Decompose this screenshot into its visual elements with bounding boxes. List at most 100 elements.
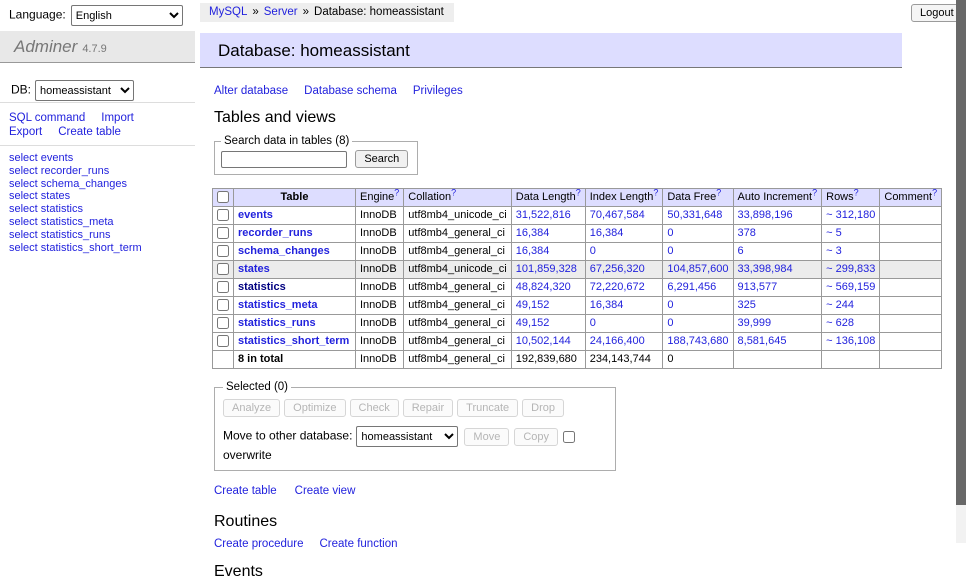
rows-link[interactable]: ~ 299,833 (826, 263, 875, 275)
search-button[interactable]: Search (355, 150, 408, 168)
auto-increment-link[interactable]: 378 (738, 227, 756, 239)
search-input[interactable] (221, 151, 347, 168)
row-checkbox[interactable] (217, 299, 229, 311)
vertical-scrollbar[interactable] (956, 0, 966, 543)
index-length-link[interactable]: 72,220,672 (590, 281, 645, 293)
rows-link[interactable]: ~ 628 (826, 317, 854, 329)
sidebar-table-link[interactable]: select states (9, 190, 195, 203)
row-checkbox[interactable] (217, 209, 229, 221)
rows-link[interactable]: ~ 5 (826, 227, 842, 239)
data-length-link[interactable]: 10,502,144 (516, 335, 571, 347)
table-name-link[interactable]: statistics_meta (238, 299, 318, 311)
sidebar-table-link[interactable]: select statistics_short_term (9, 242, 195, 255)
index-length-link[interactable]: 0 (590, 317, 596, 329)
auto-increment-link[interactable]: 6 (738, 245, 744, 257)
sidebar-link-create-table[interactable]: Create table (58, 126, 121, 138)
row-checkbox[interactable] (217, 227, 229, 239)
index-length-link[interactable]: 70,467,584 (590, 209, 645, 221)
help-link[interactable]: ? (716, 189, 721, 198)
auto-increment-link[interactable]: 913,577 (738, 281, 778, 293)
optimize-button[interactable]: Optimize (284, 399, 345, 417)
breadcrumb-server-link[interactable]: Server (264, 6, 298, 18)
drop-button[interactable]: Drop (522, 399, 564, 417)
database-schema-link[interactable]: Database schema (304, 85, 397, 97)
rows-link[interactable]: ~ 3 (826, 245, 842, 257)
data-free-link[interactable]: 6,291,456 (667, 281, 716, 293)
table-name-link[interactable]: statistics (238, 281, 286, 293)
overwrite-checkbox[interactable] (563, 431, 575, 443)
sidebar-table-link[interactable]: select statistics (9, 203, 195, 216)
help-link[interactable]: ? (394, 189, 399, 198)
index-length-link[interactable]: 16,384 (590, 227, 624, 239)
privileges-link[interactable]: Privileges (413, 85, 463, 97)
repair-button[interactable]: Repair (403, 399, 453, 417)
copy-button[interactable]: Copy (514, 428, 558, 446)
logout-button[interactable]: Logout (911, 4, 963, 22)
data-free-link[interactable]: 0 (667, 227, 673, 239)
data-length-link[interactable]: 49,152 (516, 317, 550, 329)
row-checkbox[interactable] (217, 335, 229, 347)
index-length-link[interactable]: 0 (590, 245, 596, 257)
scrollbar-thumb[interactable] (956, 0, 966, 505)
sidebar-link-sql-command[interactable]: SQL command (9, 112, 85, 124)
table-name-link[interactable]: recorder_runs (238, 227, 313, 239)
index-length-link[interactable]: 24,166,400 (590, 335, 645, 347)
sidebar-table-link[interactable]: select events (9, 152, 195, 165)
rows-link[interactable]: ~ 569,159 (826, 281, 875, 293)
auto-increment-link[interactable]: 33,398,984 (738, 263, 793, 275)
analyze-button[interactable]: Analyze (223, 399, 280, 417)
data-free-link[interactable]: 50,331,648 (667, 209, 722, 221)
truncate-button[interactable]: Truncate (457, 399, 518, 417)
help-link[interactable]: ? (932, 189, 937, 198)
language-select[interactable]: English (71, 5, 183, 26)
row-checkbox[interactable] (217, 263, 229, 275)
data-length-link[interactable]: 16,384 (516, 245, 550, 257)
sidebar-table-link[interactable]: select schema_changes (9, 178, 195, 191)
row-checkbox[interactable] (217, 281, 229, 293)
db-select[interactable]: homeassistant (35, 80, 134, 101)
move-button[interactable]: Move (464, 428, 509, 446)
rows-link[interactable]: ~ 312,180 (826, 209, 875, 221)
auto-increment-link[interactable]: 33,898,196 (738, 209, 793, 221)
create-table-link[interactable]: Create table (214, 485, 277, 497)
table-name-link[interactable]: schema_changes (238, 245, 330, 257)
sidebar-table-link[interactable]: select statistics_meta (9, 216, 195, 229)
data-length-link[interactable]: 101,859,328 (516, 263, 577, 275)
index-length-link[interactable]: 67,256,320 (590, 263, 645, 275)
data-free-link[interactable]: 0 (667, 299, 673, 311)
move-db-select[interactable]: homeassistant (356, 426, 458, 447)
auto-increment-link[interactable]: 8,581,645 (738, 335, 787, 347)
sidebar-table-link[interactable]: select statistics_runs (9, 229, 195, 242)
sidebar-link-export[interactable]: Export (9, 126, 42, 138)
sidebar-table-link[interactable]: select recorder_runs (9, 165, 195, 178)
help-link[interactable]: ? (653, 189, 658, 198)
data-free-link[interactable]: 188,743,680 (667, 335, 728, 347)
data-free-link[interactable]: 0 (667, 317, 673, 329)
app-name[interactable]: Adminer (14, 37, 77, 56)
create-procedure-link[interactable]: Create procedure (214, 538, 304, 550)
breadcrumb-mysql-link[interactable]: MySQL (209, 6, 247, 18)
help-link[interactable]: ? (576, 189, 581, 198)
data-length-link[interactable]: 16,384 (516, 227, 550, 239)
sidebar-link-import[interactable]: Import (101, 112, 134, 124)
rows-link[interactable]: ~ 136,108 (826, 335, 875, 347)
select-all-checkbox[interactable] (217, 191, 229, 203)
create-function-link[interactable]: Create function (320, 538, 398, 550)
data-length-link[interactable]: 48,824,320 (516, 281, 571, 293)
table-name-link[interactable]: statistics_short_term (238, 335, 349, 347)
auto-increment-link[interactable]: 325 (738, 299, 756, 311)
help-link[interactable]: ? (812, 189, 817, 198)
data-length-link[interactable]: 49,152 (516, 299, 550, 311)
table-name-link[interactable]: events (238, 209, 273, 221)
data-length-link[interactable]: 31,522,816 (516, 209, 571, 221)
alter-database-link[interactable]: Alter database (214, 85, 288, 97)
create-view-link[interactable]: Create view (295, 485, 356, 497)
data-free-link[interactable]: 104,857,600 (667, 263, 728, 275)
check-button[interactable]: Check (350, 399, 399, 417)
auto-increment-link[interactable]: 39,999 (738, 317, 772, 329)
help-link[interactable]: ? (854, 189, 859, 198)
index-length-link[interactable]: 16,384 (590, 299, 624, 311)
table-name-link[interactable]: states (238, 263, 270, 275)
help-link[interactable]: ? (451, 189, 456, 198)
table-name-link[interactable]: statistics_runs (238, 317, 316, 329)
